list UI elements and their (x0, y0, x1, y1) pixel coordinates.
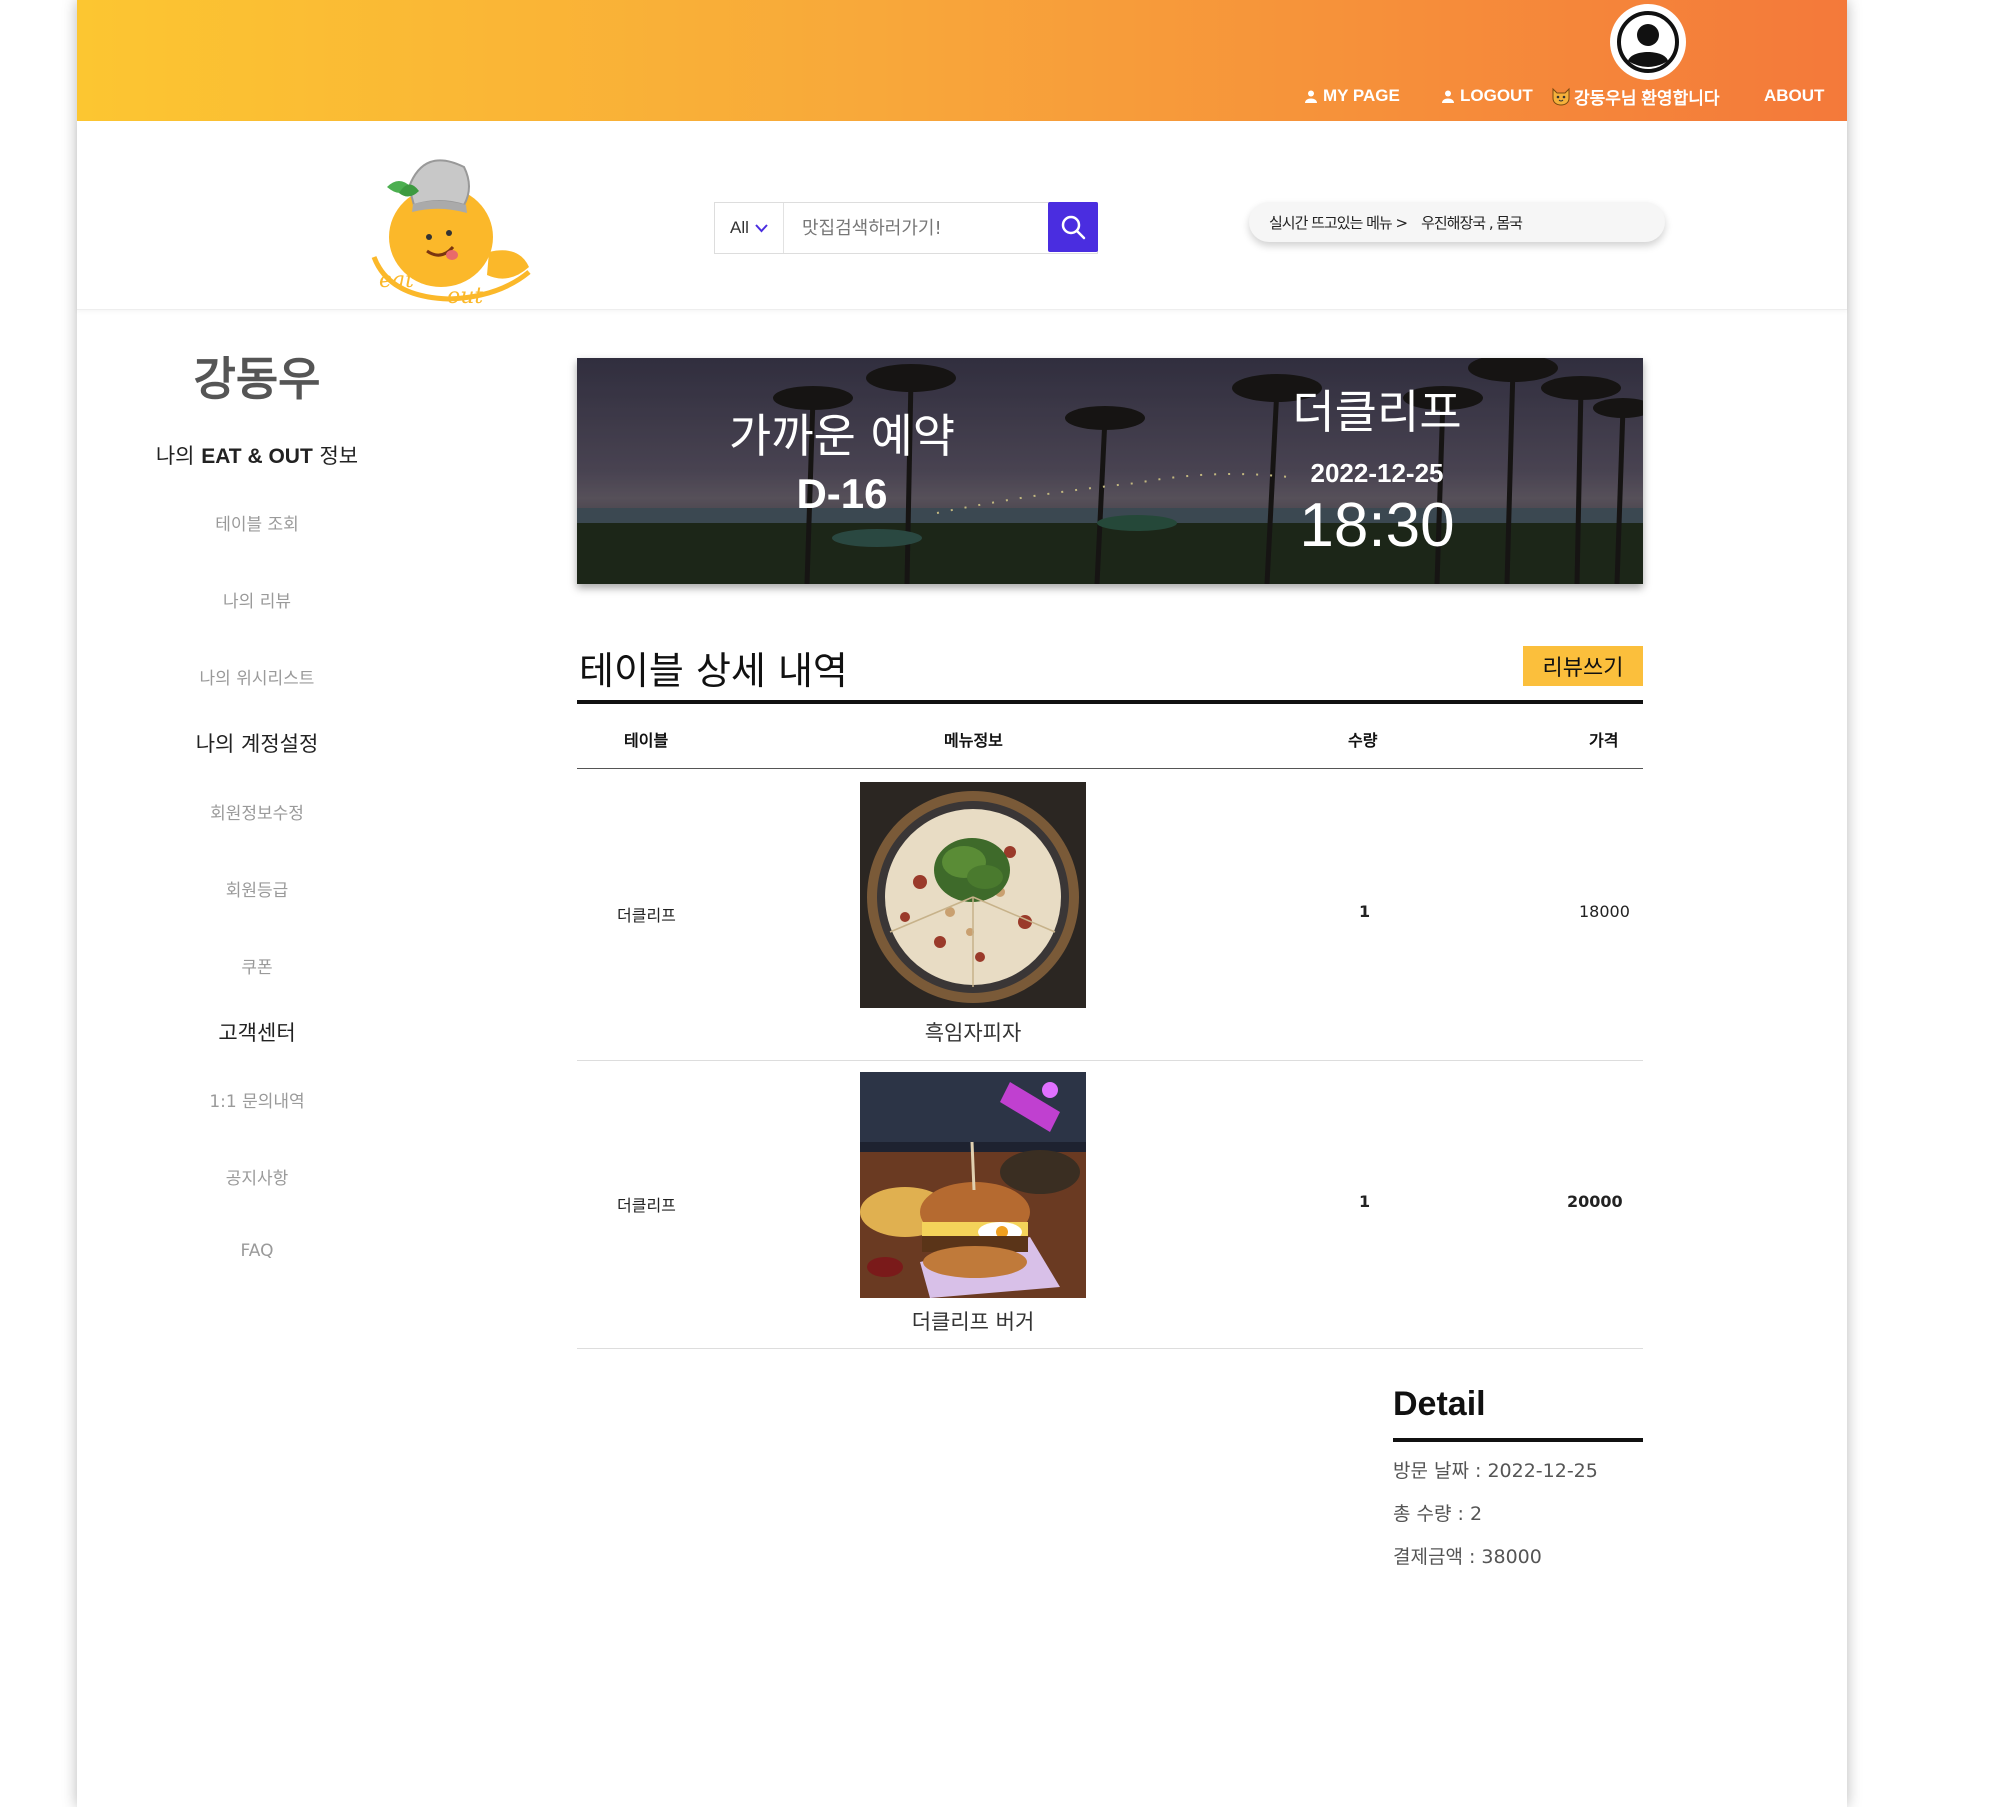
sidebar-item-table-lookup[interactable]: 테이블 조회 (77, 510, 437, 535)
sidebar-item-my-reviews[interactable]: 나의 리뷰 (77, 587, 437, 612)
trending-items: 우진해장국 , 몸국 (1421, 213, 1523, 232)
trending-label: 실시간 뜨고있는 메뉴 > (1269, 213, 1408, 232)
banner-title: 가까운 예약 (728, 409, 956, 463)
svg-text:eat: eat (379, 268, 414, 293)
user-avatar-icon (1617, 11, 1679, 73)
column-header-price: 가격 (1589, 731, 1619, 750)
detail-total-price: 결제금액 : 38000 (1393, 1546, 1542, 1568)
person-icon (1305, 90, 1317, 103)
avatar[interactable] (1610, 4, 1686, 80)
detail-visit-date: 방문 날짜 : 2022-12-25 (1393, 1460, 1598, 1482)
sidebar-item-coupons[interactable]: 쿠폰 (77, 953, 437, 978)
sidebar-item-faq[interactable]: FAQ (77, 1241, 437, 1261)
about-link[interactable]: ABOUT (1764, 82, 1824, 110)
sidebar-user-name: 강동우 (193, 352, 321, 406)
upcoming-reservation-banner: 가까운 예약 D-16 더클리프 2022-12-25 18:30 (577, 358, 1643, 584)
menu-name: 더클리프 버거 (911, 1310, 1035, 1334)
eat-out-logo[interactable]: eat out (369, 147, 534, 309)
divider (577, 1348, 1643, 1349)
search-icon (1061, 215, 1086, 240)
logout-label: LOGOUT (1460, 86, 1533, 105)
column-header-quantity: 수량 (1348, 731, 1378, 750)
row-price: 20000 (1567, 1192, 1623, 1211)
welcome-text: 강동우님 환영합니다 (1574, 88, 1720, 108)
sidebar-item-wishlist[interactable]: 나의 위시리스트 (77, 664, 437, 689)
sidebar-item-inquiries[interactable]: 1:1 문의내역 (77, 1087, 437, 1112)
welcome-message: 강동우님 환영합니다 (1551, 82, 1719, 110)
about-label: ABOUT (1764, 86, 1825, 105)
divider (577, 1060, 1643, 1061)
search-bar: All (714, 202, 1098, 254)
table-detail-title: 테이블 상세 내역 (579, 649, 848, 693)
sidebar-section-account: 나의 계정설정 (195, 732, 319, 756)
banner-time: 18:30 (1299, 491, 1455, 560)
row-quantity: 1 (1359, 902, 1371, 921)
write-review-button[interactable]: 리뷰쓰기 (1523, 646, 1643, 686)
section-info-prefix: 나의 (155, 444, 195, 468)
divider (1393, 1438, 1643, 1442)
menu-image-pizza (860, 782, 1086, 1008)
row-quantity: 1 (1359, 1192, 1371, 1211)
column-header-menu: 메뉴정보 (944, 731, 1003, 750)
header: eat out All 실시간 뜨고있는 메뉴 > 우진해장국 , 몸국 (77, 121, 1847, 310)
banner-dday: D-16 (796, 470, 888, 517)
divider (577, 700, 1643, 704)
chevron-down-icon (755, 223, 768, 232)
column-header-table: 테이블 (624, 731, 669, 750)
sidebar-item-notices[interactable]: 공지사항 (77, 1164, 437, 1189)
cat-emoji-icon (1552, 87, 1570, 106)
search-button[interactable] (1048, 202, 1098, 252)
section-info-brand: EAT & OUT (201, 445, 313, 468)
page: MY PAGE LOGOUT 강동우님 환영합니다 ABOUT eat out … (77, 0, 1847, 1807)
menu-name: 흑임자피자 (924, 1021, 1022, 1045)
row-table-name: 더클리프 (617, 1196, 676, 1215)
detail-total-quantity: 총 수량 : 2 (1393, 1503, 1483, 1525)
logout-link[interactable]: LOGOUT (1442, 82, 1533, 110)
section-info-suffix: 정보 (319, 444, 359, 468)
sidebar-section-info: 나의 EAT & OUT 정보 (77, 440, 437, 470)
sidebar-item-edit-profile[interactable]: 회원정보수정 (77, 799, 437, 824)
top-bar: MY PAGE LOGOUT 강동우님 환영합니다 ABOUT (77, 0, 1847, 121)
person-icon (1442, 90, 1454, 103)
row-table-name: 더클리프 (617, 906, 676, 925)
sidebar-section-support: 고객센터 (218, 1021, 296, 1045)
search-category-select[interactable]: All (715, 203, 784, 253)
row-price: 18000 (1579, 902, 1630, 921)
search-category-value: All (730, 218, 749, 237)
menu-image-burger (860, 1072, 1086, 1298)
svg-text:out: out (447, 284, 483, 309)
trending-menu-ticker[interactable]: 실시간 뜨고있는 메뉴 > 우진해장국 , 몸국 (1249, 202, 1665, 242)
divider (577, 768, 1643, 769)
my-page-link[interactable]: MY PAGE (1305, 82, 1400, 110)
banner-restaurant: 더클리프 (1292, 385, 1462, 439)
detail-title: Detail (1393, 1385, 1486, 1423)
sidebar-item-membership-grade[interactable]: 회원등급 (77, 876, 437, 901)
banner-date: 2022-12-25 (1310, 458, 1444, 488)
my-page-label: MY PAGE (1323, 86, 1400, 105)
